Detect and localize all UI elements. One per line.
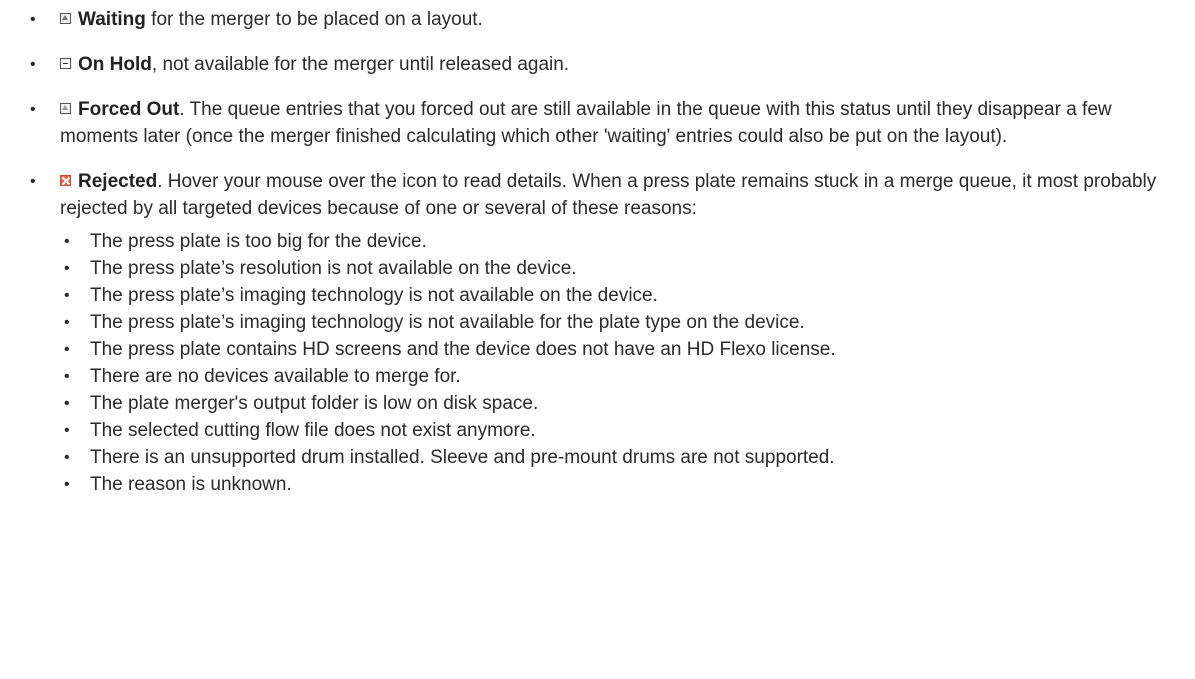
reason-text: There are no devices available to merge … — [90, 366, 461, 387]
list-item: • The press plate’s imaging technology is… — [60, 282, 1193, 309]
bullet: • — [30, 56, 36, 73]
bullet: • — [64, 449, 70, 466]
waiting-icon — [60, 13, 71, 24]
on-hold-icon — [60, 58, 71, 69]
bullet: • — [30, 173, 36, 190]
bullet: • — [64, 422, 70, 439]
status-description: for the merger to be placed on a layout. — [145, 9, 483, 30]
status-term: Waiting — [78, 9, 146, 30]
bullet: • — [64, 314, 70, 331]
bullet: • — [64, 476, 70, 493]
list-item: • There are no devices available to merge… — [60, 363, 1193, 390]
list-item: • The press plate’s resolution is not ava… — [60, 255, 1193, 282]
list-item: • The reason is unknown. — [60, 471, 1193, 498]
bullet: • — [30, 11, 36, 28]
status-list: • Waiting for the merger to be placed on… — [0, 6, 1195, 511]
reason-text: There is an unsupported drum installed. … — [90, 447, 835, 468]
reason-text: The selected cutting flow file does not … — [90, 420, 536, 441]
status-term: Rejected — [78, 171, 158, 192]
bullet: • — [64, 368, 70, 385]
reason-text: The press plate’s imaging technology is … — [90, 285, 658, 306]
bullet: • — [64, 341, 70, 358]
list-item: • The press plate is too big for the devi… — [60, 228, 1193, 255]
bullet: • — [64, 233, 70, 250]
status-description: . The queue entries that you forced out … — [60, 99, 1112, 147]
status-description: . Hover your mouse over the icon to read… — [60, 171, 1157, 219]
status-term: Forced Out — [78, 99, 180, 120]
reason-text: The plate merger's output folder is low … — [90, 393, 539, 414]
status-term: On Hold — [78, 54, 152, 75]
list-item: • The press plate’s imaging technology is… — [60, 309, 1193, 336]
bullet: • — [64, 395, 70, 412]
list-item: • There is an unsupported drum installed.… — [60, 444, 1193, 471]
list-item: • The press plate contains HD screens and… — [60, 336, 1193, 363]
bullet: • — [64, 287, 70, 304]
bullet: • — [64, 260, 70, 277]
status-item-rejected: • Rejected. Hover your mouse over the ic… — [0, 168, 1195, 498]
status-item-waiting: • Waiting for the merger to be placed on… — [0, 6, 1195, 33]
status-item-on-hold: • On Hold, not available for the merger … — [0, 51, 1195, 78]
status-description: , not available for the merger until rel… — [151, 54, 570, 75]
reason-text: The press plate is too big for the devic… — [90, 231, 427, 252]
rejected-icon[interactable] — [60, 175, 71, 186]
forced-out-icon — [60, 103, 71, 114]
reason-text: The press plate’s imaging technology is … — [90, 312, 805, 333]
list-item: • The selected cutting flow file does not… — [60, 417, 1193, 444]
rejection-reasons-list: • The press plate is too big for the devi… — [60, 228, 1193, 498]
status-item-forced-out: • Forced Out. The queue entries that you… — [0, 96, 1195, 150]
list-item: • The plate merger's output folder is low… — [60, 390, 1193, 417]
bullet: • — [30, 101, 36, 118]
reason-text: The press plate contains HD screens and … — [90, 339, 836, 360]
reason-text: The press plate’s resolution is not avai… — [90, 258, 577, 279]
reason-text: The reason is unknown. — [90, 474, 292, 495]
